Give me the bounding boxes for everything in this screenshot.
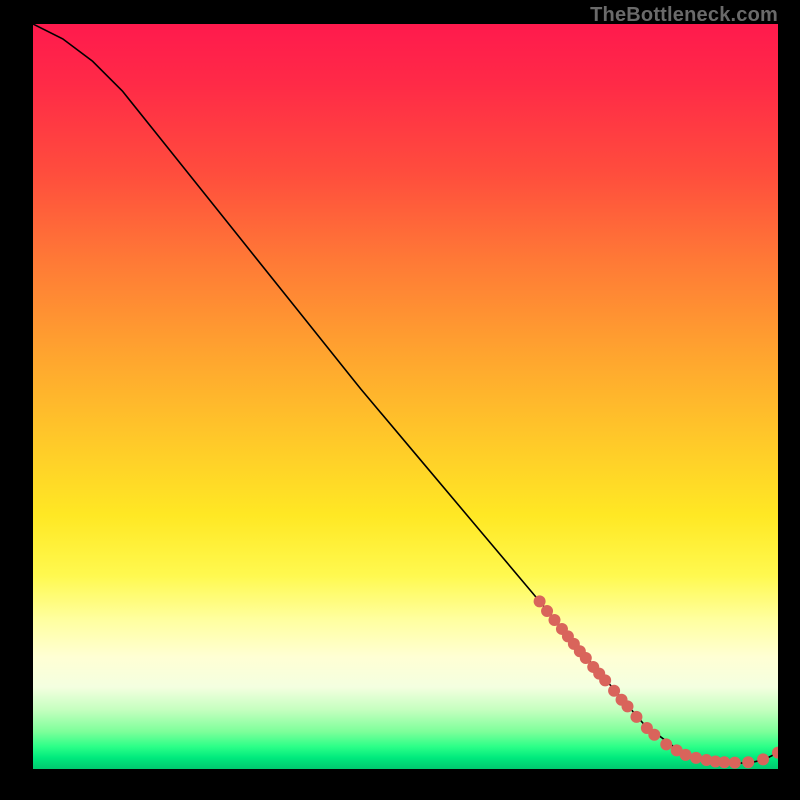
data-point [718,756,730,768]
data-points [534,595,778,768]
data-point [729,757,741,769]
data-point [757,753,769,765]
data-point [742,756,754,768]
data-point [630,711,642,723]
data-point [660,738,672,750]
chart-frame: TheBottleneck.com [0,0,800,800]
data-point [772,747,778,759]
curve-line [33,24,778,763]
data-point [534,595,546,607]
data-point [599,674,611,686]
data-point [622,700,634,712]
data-point [648,729,660,741]
chart-svg [33,24,778,769]
plot-area [33,24,778,769]
data-point [680,749,692,761]
data-point [690,752,702,764]
